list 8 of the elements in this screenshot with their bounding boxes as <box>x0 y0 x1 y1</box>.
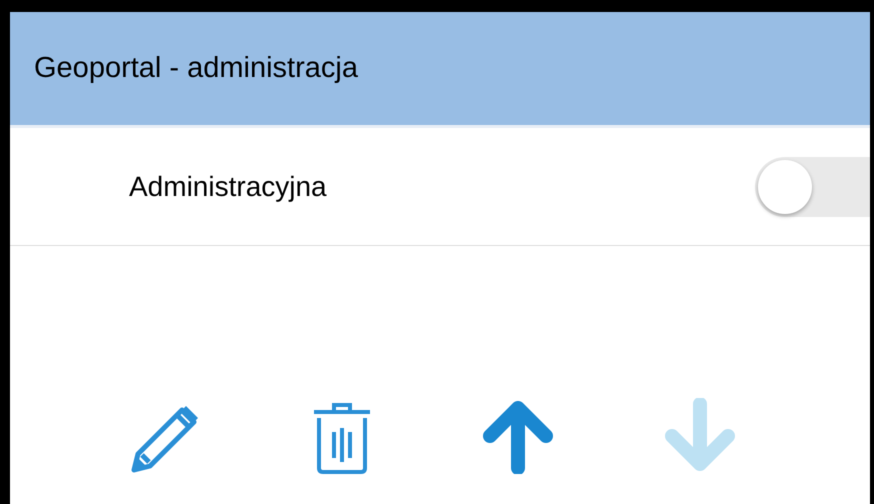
layer-name: Administracyjna <box>128 170 327 204</box>
layer-toggle[interactable] <box>755 156 870 216</box>
header-title: Geoportal - administracja <box>34 50 358 86</box>
delete-button[interactable] <box>312 402 372 474</box>
trash-icon <box>312 402 372 474</box>
down-arrow-icon <box>664 398 736 474</box>
move-up-button[interactable] <box>482 398 554 474</box>
up-arrow-icon <box>482 398 554 474</box>
